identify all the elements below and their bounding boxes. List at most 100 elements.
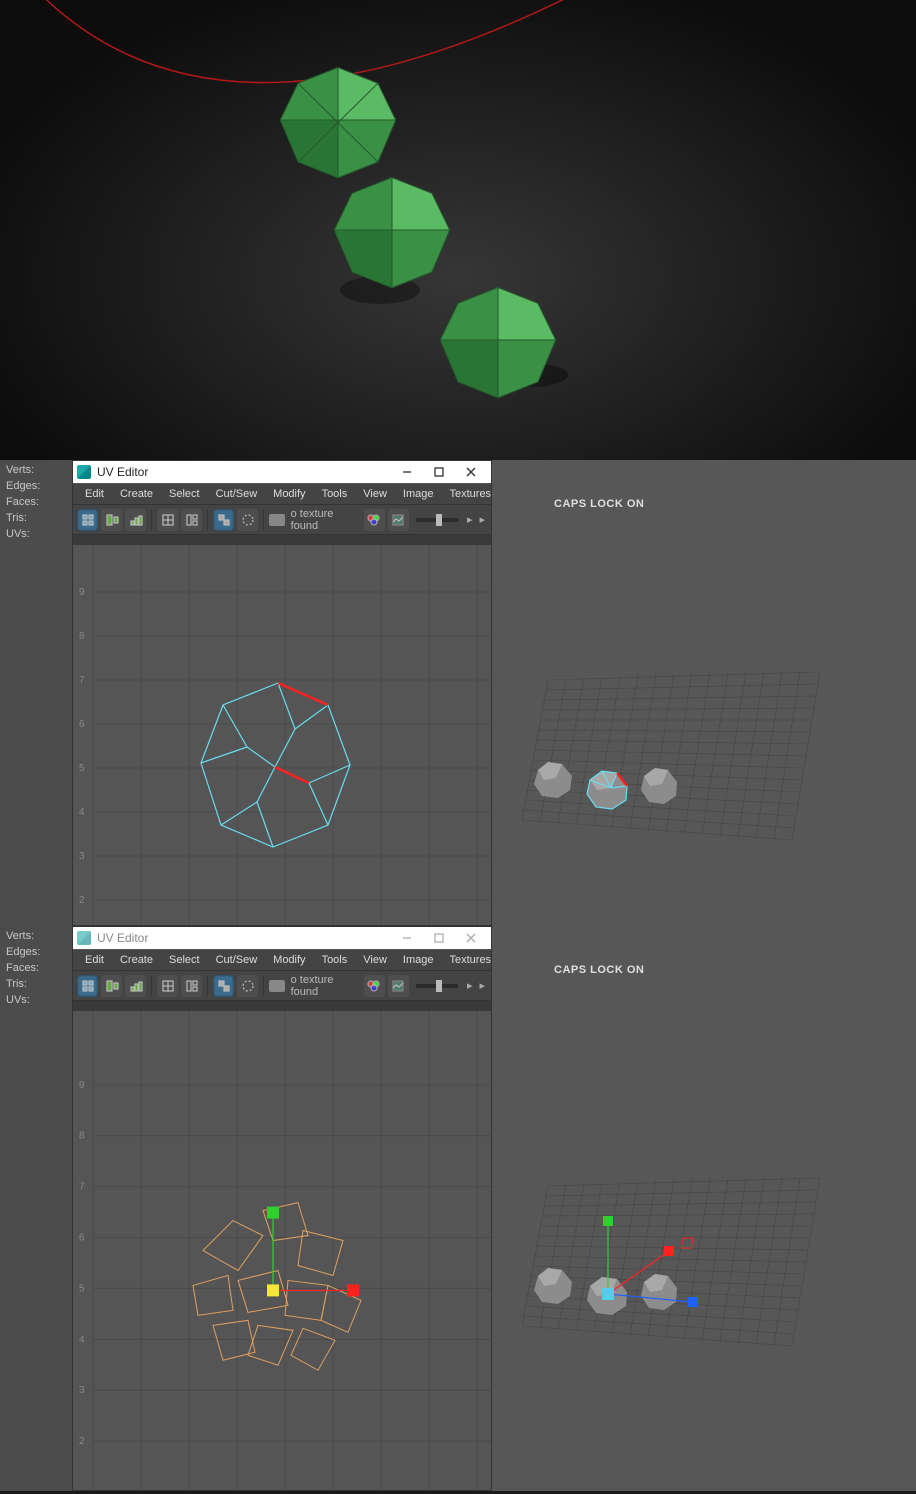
mesh-object[interactable]	[334, 178, 450, 288]
uv-grid-button[interactable]	[157, 509, 178, 531]
slider-step-icon[interactable]: ▸	[478, 513, 488, 526]
image-display-button[interactable]	[388, 509, 409, 531]
slider-step-icon[interactable]: ▸	[478, 979, 488, 992]
window-title: UV Editor	[97, 931, 391, 945]
gizmo-z-handle[interactable]	[688, 1297, 698, 1307]
uv-dim-button[interactable]	[237, 509, 258, 531]
menu-tools[interactable]: Tools	[314, 486, 356, 502]
menu-create[interactable]: Create	[112, 486, 161, 502]
selection-curve	[10, 0, 620, 83]
slider-step-icon[interactable]: ▸	[465, 979, 475, 992]
gizmo-x-handle[interactable]	[664, 1246, 674, 1256]
mesh-object-small[interactable]	[641, 768, 677, 804]
menu-view[interactable]: View	[355, 486, 395, 502]
minimize-button[interactable]	[391, 928, 423, 948]
uv-distribute-button[interactable]	[125, 509, 146, 531]
uv-dim-button[interactable]	[237, 975, 258, 997]
stat-tris: Tris:	[6, 512, 66, 524]
svg-text:6: 6	[79, 719, 85, 730]
exposure-slider[interactable]	[416, 984, 458, 988]
svg-text:6: 6	[79, 1233, 85, 1244]
uv-shell-wireframe[interactable]	[201, 683, 350, 847]
uv-canvas[interactable]: 2 3 4 5 6 7 8 9	[73, 1001, 491, 1490]
uv-canvas[interactable]: 2 3 4 5 6 7 8 9	[73, 535, 491, 925]
uv-grid-button[interactable]	[157, 975, 178, 997]
menu-select[interactable]: Select	[161, 486, 208, 502]
stat-faces: Faces:	[6, 962, 66, 974]
mesh-object-small[interactable]	[641, 1274, 677, 1310]
minimize-button[interactable]	[391, 462, 423, 482]
uv-distribute-button[interactable]	[125, 975, 146, 997]
uv-editor-window[interactable]: UV Editor Edit Create Select Cut/Sew Mod…	[72, 460, 492, 926]
svg-text:9: 9	[79, 587, 85, 598]
image-display-button[interactable]	[388, 975, 409, 997]
app-icon	[77, 931, 91, 945]
gizmo-center-handle[interactable]	[267, 1284, 279, 1296]
uv-editor-window[interactable]: UV Editor Edit Create Select Cut/Sew Mod…	[72, 926, 492, 1491]
slider-step-icon[interactable]: ▸	[465, 513, 475, 526]
menu-textures[interactable]: Textures	[441, 486, 499, 502]
rgb-channel-button[interactable]	[364, 509, 385, 531]
uv-snap-button[interactable]	[101, 975, 122, 997]
polycount-stats: Verts: Edges: Faces: Tris: UVs:	[0, 460, 72, 926]
close-button[interactable]	[455, 462, 487, 482]
selected-uv-edge[interactable]	[275, 767, 309, 783]
menu-tools[interactable]: Tools	[314, 952, 356, 968]
uv-shell-select-button[interactable]	[77, 975, 98, 997]
caps-lock-indicator: CAPS LOCK ON	[554, 964, 644, 976]
mesh-object-small[interactable]	[534, 1268, 572, 1304]
menu-image[interactable]: Image	[395, 486, 442, 502]
menu-select[interactable]: Select	[161, 952, 208, 968]
menu-edit[interactable]: Edit	[77, 952, 112, 968]
uv-shells-unfolded[interactable]	[193, 1203, 361, 1371]
perspective-viewport[interactable]: CAPS LOCK ON	[492, 460, 916, 926]
uv-layout-button[interactable]	[181, 975, 202, 997]
perspective-viewport[interactable]: CAPS LOCK ON	[492, 926, 916, 1491]
maximize-button[interactable]	[423, 928, 455, 948]
menu-image[interactable]: Image	[395, 952, 442, 968]
uv-toolbar: o texture found ▸ ▸	[73, 971, 491, 1001]
mesh-object[interactable]	[280, 68, 396, 178]
uv-toolbar: o texture found ▸ ▸	[73, 505, 491, 535]
gizmo-y-handle[interactable]	[267, 1207, 279, 1219]
stat-verts: Verts:	[6, 930, 66, 942]
uv-grid: 2 3 4 5 6 7 8 9	[79, 545, 491, 925]
menu-bar: Edit Create Select Cut/Sew Modify Tools …	[73, 949, 491, 971]
svg-text:7: 7	[79, 675, 85, 686]
rgb-channel-button[interactable]	[364, 975, 385, 997]
uv-shell-select-button[interactable]	[77, 509, 98, 531]
menu-edit[interactable]: Edit	[77, 486, 112, 502]
stat-edges: Edges:	[6, 946, 66, 958]
window-titlebar[interactable]: UV Editor	[73, 461, 491, 483]
menu-modify[interactable]: Modify	[265, 952, 313, 968]
menu-modify[interactable]: Modify	[265, 486, 313, 502]
uv-snap-button[interactable]	[101, 509, 122, 531]
svg-text:2: 2	[79, 895, 85, 906]
mesh-object-small[interactable]	[534, 762, 572, 798]
close-button[interactable]	[455, 928, 487, 948]
menu-create[interactable]: Create	[112, 952, 161, 968]
stat-tris: Tris:	[6, 978, 66, 990]
ground-grid	[522, 672, 820, 840]
uv-layout-button[interactable]	[181, 509, 202, 531]
svg-text:8: 8	[79, 631, 85, 642]
gizmo-x-handle[interactable]	[347, 1284, 359, 1296]
window-title: UV Editor	[97, 465, 391, 479]
gizmo-center-handle[interactable]	[602, 1288, 614, 1300]
mesh-object-selected[interactable]	[587, 771, 627, 809]
menu-bar: Edit Create Select Cut/Sew Modify Tools …	[73, 483, 491, 505]
uv-checker-button[interactable]	[213, 509, 234, 531]
menu-view[interactable]: View	[355, 952, 395, 968]
gizmo-y-handle[interactable]	[603, 1216, 613, 1226]
window-titlebar[interactable]: UV Editor	[73, 927, 491, 949]
svg-text:9: 9	[79, 1080, 85, 1091]
main-3d-viewport[interactable]	[0, 0, 916, 460]
uv-checker-button[interactable]	[213, 975, 234, 997]
menu-cutsew[interactable]: Cut/Sew	[208, 952, 266, 968]
mesh-object[interactable]	[440, 288, 556, 398]
menu-cutsew[interactable]: Cut/Sew	[208, 486, 266, 502]
svg-text:8: 8	[79, 1131, 85, 1142]
menu-textures[interactable]: Textures	[441, 952, 499, 968]
maximize-button[interactable]	[423, 462, 455, 482]
exposure-slider[interactable]	[416, 518, 458, 522]
